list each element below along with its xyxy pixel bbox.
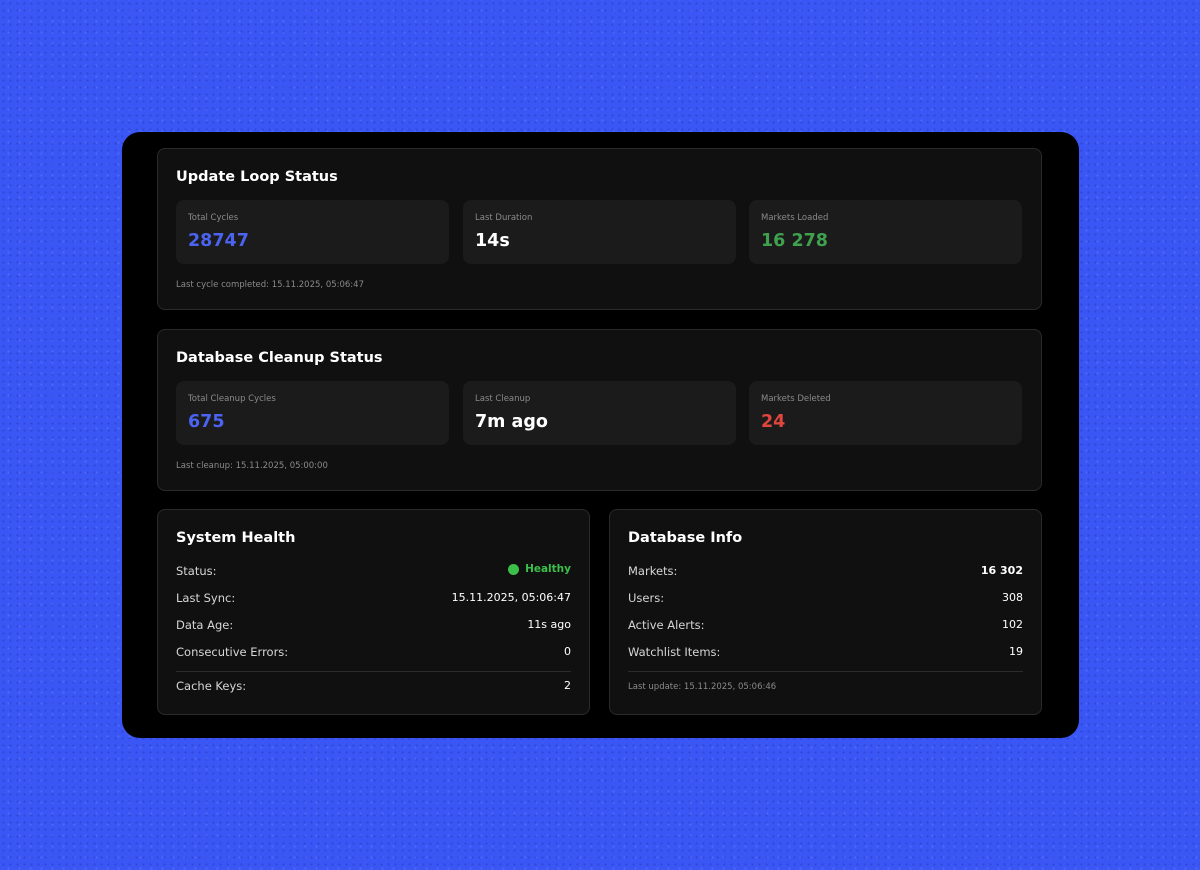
cleanup-card: Database Cleanup Status Total Cleanup Cy… [157, 329, 1042, 491]
row-value: 0 [564, 645, 571, 658]
stat-value: 14s [475, 231, 510, 251]
stat-last-cleanup: Last Cleanup 7m ago [463, 381, 736, 445]
update-loop-title: Update Loop Status [176, 169, 338, 185]
row-label: Data Age: [176, 618, 234, 632]
row-label: Watchlist Items: [628, 645, 721, 659]
health-row-consecutive-errors: Consecutive Errors: 0 [176, 642, 571, 662]
row-label: Status: [176, 564, 217, 578]
db-row-users: Users: 308 [628, 588, 1023, 608]
health-row-data-age: Data Age: 11s ago [176, 615, 571, 635]
row-value: 16 302 [980, 564, 1023, 577]
system-health-card: System Health Status: Healthy Last Sync:… [157, 509, 590, 715]
row-label: Active Alerts: [628, 618, 705, 632]
stat-value: 28747 [188, 231, 249, 251]
divider [176, 671, 571, 672]
status-value: Healthy [525, 563, 571, 575]
stat-value: 7m ago [475, 412, 548, 432]
health-row-cache-keys: Cache Keys: 2 [176, 676, 571, 696]
health-row-status: Status: Healthy [176, 561, 571, 581]
stat-label: Markets Loaded [761, 213, 829, 223]
database-info-title: Database Info [628, 530, 743, 546]
row-label: Cache Keys: [176, 679, 247, 693]
status-dot-icon [508, 563, 520, 575]
stat-value: 16 278 [761, 231, 828, 251]
row-value: 19 [1009, 645, 1023, 658]
stat-markets-loaded: Markets Loaded 16 278 [749, 200, 1022, 264]
stat-label: Total Cycles [188, 213, 239, 223]
db-row-active-alerts: Active Alerts: 102 [628, 615, 1023, 635]
row-label: Last Sync: [176, 591, 236, 605]
health-row-last-sync: Last Sync: 15.11.2025, 05:06:47 [176, 588, 571, 608]
last-cycle-completed: Last cycle completed: 15.11.2025, 05:06:… [176, 280, 364, 290]
cleanup-title: Database Cleanup Status [176, 350, 383, 366]
database-info-card: Database Info Markets: 16 302 Users: 308… [609, 509, 1042, 715]
status-badge: Healthy [508, 563, 571, 575]
divider [628, 671, 1023, 672]
update-loop-card: Update Loop Status Total Cycles 28747 La… [157, 148, 1042, 310]
stat-label: Total Cleanup Cycles [188, 394, 276, 404]
stat-markets-deleted: Markets Deleted 24 [749, 381, 1022, 445]
dashboard-window: Update Loop Status Total Cycles 28747 La… [122, 132, 1079, 738]
row-value: 102 [1002, 618, 1023, 631]
stat-value: 24 [761, 412, 786, 432]
row-label: Users: [628, 591, 665, 605]
stat-value: 675 [188, 412, 225, 432]
db-row-markets: Markets: 16 302 [628, 561, 1023, 581]
row-value: 15.11.2025, 05:06:47 [451, 591, 571, 604]
row-value: 11s ago [527, 618, 571, 631]
row-value: 308 [1002, 591, 1023, 604]
stat-total-cycles: Total Cycles 28747 [176, 200, 449, 264]
stat-total-cleanup-cycles: Total Cleanup Cycles 675 [176, 381, 449, 445]
last-cleanup-footer: Last cleanup: 15.11.2025, 05:00:00 [176, 461, 328, 471]
last-update-footer: Last update: 15.11.2025, 05:06:46 [628, 682, 777, 692]
system-health-title: System Health [176, 530, 296, 546]
row-label: Consecutive Errors: [176, 645, 289, 659]
row-label: Markets: [628, 564, 678, 578]
db-row-watchlist-items: Watchlist Items: 19 [628, 642, 1023, 662]
stat-last-duration: Last Duration 14s [463, 200, 736, 264]
stat-label: Markets Deleted [761, 394, 831, 404]
stat-label: Last Cleanup [475, 394, 531, 404]
stat-label: Last Duration [475, 213, 533, 223]
row-value: 2 [564, 679, 571, 692]
